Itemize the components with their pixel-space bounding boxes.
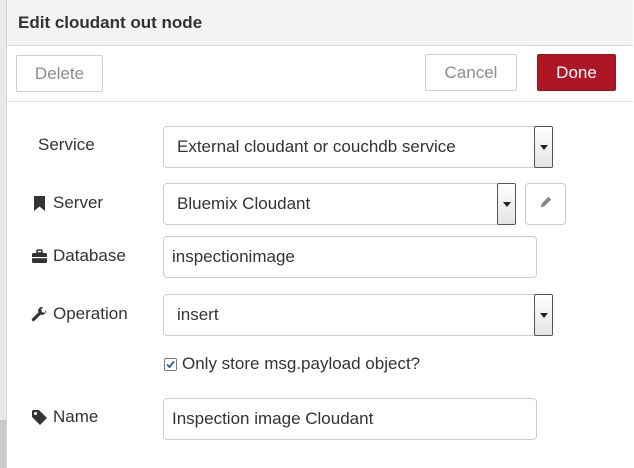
dialog-header: Edit cloudant out node (7, 0, 633, 46)
left-scroll-gutter (0, 0, 7, 468)
service-label: Service (38, 133, 95, 157)
database-input-value: inspectionimage (172, 247, 295, 266)
operation-select-value: insert (177, 305, 219, 324)
service-select-value: External cloudant or couchdb service (177, 137, 456, 156)
edit-server-button[interactable] (525, 183, 566, 225)
server-select-value: Bluemix Cloudant (177, 194, 311, 213)
service-select[interactable]: External cloudant or couchdb service (163, 126, 553, 168)
bookmark-icon (31, 195, 48, 212)
dialog-title: Edit cloudant out node (18, 13, 203, 32)
database-label-text: Database (53, 246, 126, 265)
name-label: Name (31, 405, 98, 429)
service-label-text: Service (38, 135, 95, 154)
operation-label: Operation (31, 302, 128, 326)
server-select[interactable]: Bluemix Cloudant (163, 183, 516, 225)
database-input[interactable]: inspectionimage (163, 236, 537, 278)
payload-only-row: Only store msg.payload object? (164, 354, 420, 374)
wrench-icon (31, 306, 48, 323)
server-label: Server (31, 191, 103, 215)
pencil-icon (539, 195, 553, 214)
tag-icon (31, 409, 48, 426)
name-input[interactable]: Inspection image Cloudant (163, 398, 537, 440)
scrollbar-thumb[interactable] (0, 420, 6, 468)
name-input-value: Inspection image Cloudant (172, 409, 374, 428)
chevron-down-icon[interactable] (534, 126, 553, 168)
briefcase-icon (31, 248, 48, 265)
chevron-down-icon[interactable] (534, 294, 553, 336)
done-button[interactable]: Done (537, 54, 616, 91)
dialog-toolbar: Delete Cancel Done (7, 46, 633, 102)
operation-select[interactable]: insert (163, 294, 553, 336)
cancel-button[interactable]: Cancel (425, 54, 517, 91)
form-content: Service External cloudant or couchdb ser… (7, 102, 633, 468)
database-label: Database (31, 244, 126, 268)
name-label-text: Name (53, 407, 99, 426)
delete-button[interactable]: Delete (16, 55, 103, 92)
payload-only-checkbox[interactable] (164, 357, 177, 371)
chevron-down-icon[interactable] (497, 183, 516, 225)
payload-only-label: Only store msg.payload object? (182, 354, 421, 373)
server-label-text: Server (53, 193, 104, 212)
operation-label-text: Operation (53, 304, 128, 323)
